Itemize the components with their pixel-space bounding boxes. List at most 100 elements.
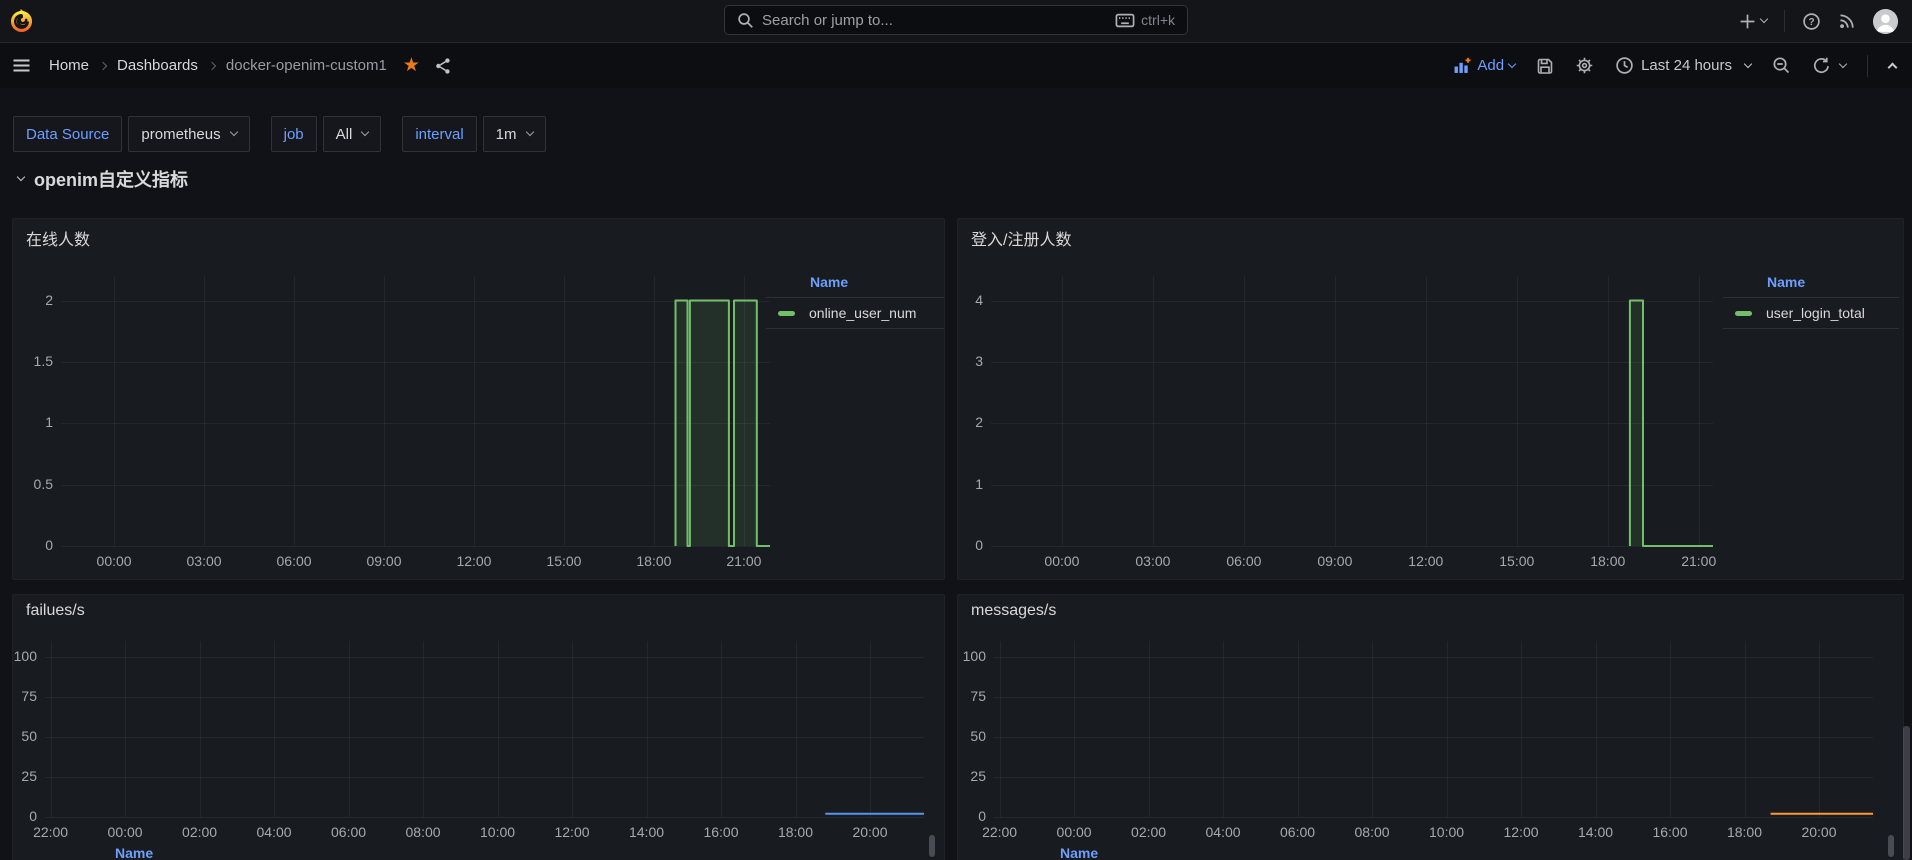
search-input[interactable]: Search or jump to... ctrl+k [724,5,1188,35]
clock-icon [1615,56,1634,75]
y-tick-label: 0.5 [5,476,53,492]
y-tick-label: 3 [935,353,983,369]
gear-icon [1575,56,1594,75]
variable-value: All [336,126,353,143]
top-bar: Search or jump to... ctrl+k ? [0,0,1912,43]
chart-plot[interactable]: 025507510022:0000:0002:0004:0006:0008:00… [45,641,924,817]
chart-series [994,641,1873,817]
panel-title[interactable]: 在线人数 [26,226,90,250]
chart-legend: Nameuser_login_total [1723,271,1899,329]
page-scrollbar[interactable] [1903,726,1910,860]
gridline-horizontal [991,546,1713,547]
x-tick-label: 22:00 [968,824,1032,840]
x-tick-label: 06:00 [1266,824,1330,840]
panel-title[interactable]: messages/s [971,602,1056,620]
x-tick-label: 04:00 [1191,824,1255,840]
x-tick-label: 06:00 [1212,553,1276,569]
variable-value: 1m [496,126,517,143]
panel-scrollbar[interactable] [929,835,935,857]
row-section-header[interactable]: openim自定义指标 [18,166,188,192]
chevron-down-icon [1508,59,1516,67]
legend-header[interactable]: Name [115,845,153,860]
chart-plot[interactable]: 0123400:0003:0006:0009:0012:0015:0018:00… [991,276,1713,546]
dashboard-settings-button[interactable] [1575,56,1594,75]
grafana-app: Search or jump to... ctrl+k ? [0,0,1912,860]
zoom-out-time-button[interactable] [1772,56,1791,75]
new-menu-button[interactable] [1739,13,1767,30]
rss-icon [1838,12,1856,30]
refresh-dashboard-button[interactable] [1812,56,1846,75]
x-tick-label: 12:00 [540,824,604,840]
y-tick-label: 100 [0,648,37,664]
mega-menu-toggle[interactable] [12,57,31,74]
x-tick-label: 08:00 [391,824,455,840]
panel-scrollbar[interactable] [1888,835,1894,857]
add-panel-label: Add [1477,57,1504,74]
legend-item[interactable]: online_user_num [766,298,944,329]
y-tick-label: 0 [5,537,53,553]
x-tick-label: 03:00 [1121,553,1185,569]
user-profile-button[interactable] [1873,9,1898,34]
breadcrumb-separator-icon [208,62,216,70]
x-tick-label: 15:00 [532,553,596,569]
add-panel-button[interactable]: Add [1453,57,1515,74]
share-dashboard-button[interactable] [434,57,452,75]
grafana-logo-button[interactable] [10,8,33,33]
collapse-toolbar-button[interactable] [1889,60,1896,71]
x-tick-label: 09:00 [1303,553,1367,569]
legend-item[interactable]: user_login_total [1723,298,1899,329]
y-tick-label: 75 [0,688,37,704]
y-tick-label: 1 [935,476,983,492]
keyboard-icon [1115,13,1135,28]
dashboard-toolbar: Home Dashboards docker-openim-custom1 ★ [0,43,1912,88]
time-range-picker[interactable]: Last 24 hours [1615,56,1751,75]
chart-plot[interactable]: 025507510022:0000:0002:0004:0006:0008:00… [994,641,1873,817]
gridline-horizontal [45,817,924,818]
breadcrumb-home[interactable]: Home [49,57,89,74]
chevron-up-icon [1888,63,1898,73]
news-button[interactable] [1838,12,1856,30]
chevron-down-icon [361,128,369,136]
x-tick-label: 08:00 [1340,824,1404,840]
breadcrumb-separator-icon [99,62,107,70]
x-tick-label: 00:00 [1042,824,1106,840]
legend-header[interactable]: Name [766,271,944,298]
y-tick-label: 0 [0,808,37,824]
chart-plot[interactable]: 00.511.5200:0003:0006:0009:0012:0015:001… [61,276,770,546]
panel-title[interactable]: failues/s [26,602,85,620]
chart-series [45,641,924,817]
x-tick-label: 06:00 [262,553,326,569]
time-range-label: Last 24 hours [1641,57,1732,74]
x-tick-label: 10:00 [466,824,530,840]
search-placeholder: Search or jump to... [762,12,1107,29]
panel-online-users: 在线人数 00.511.5200:0003:0006:0009:0012:001… [12,218,945,580]
panel-title[interactable]: 登入/注册人数 [971,226,1071,250]
favorite-star-button[interactable]: ★ [403,56,420,75]
save-dashboard-button[interactable] [1536,57,1554,75]
x-tick-label: 09:00 [352,553,416,569]
variable-label: job [271,116,317,152]
divider [1867,55,1868,77]
y-tick-label: 2 [935,414,983,430]
variable-job-select[interactable]: All [323,116,382,152]
panel-failures-rate: failues/s 025507510022:0000:0002:0004:00… [12,594,945,860]
y-tick-label: 25 [938,768,986,784]
variable-datasource-select[interactable]: prometheus [128,116,249,152]
avatar [1873,9,1898,34]
chevron-down-icon [1744,59,1752,67]
legend-header[interactable]: Name [1060,845,1098,860]
variable-interval-select[interactable]: 1m [483,116,546,152]
breadcrumb-dashboards[interactable]: Dashboards [117,57,198,74]
toolbar-right-actions: Add [1453,55,1896,77]
grafana-logo-icon [10,8,33,33]
variable-datasource: Data Source prometheus [13,116,250,152]
chart-legend: Nameonline_user_num [766,271,944,329]
legend-header[interactable]: Name [1723,271,1899,298]
x-tick-label: 12:00 [1489,824,1553,840]
gridline-horizontal [994,817,1873,818]
help-button[interactable]: ? [1802,12,1821,31]
y-tick-label: 2 [5,292,53,308]
x-tick-label: 20:00 [1787,824,1851,840]
y-tick-label: 1.5 [5,353,53,369]
hamburger-icon [12,57,31,74]
